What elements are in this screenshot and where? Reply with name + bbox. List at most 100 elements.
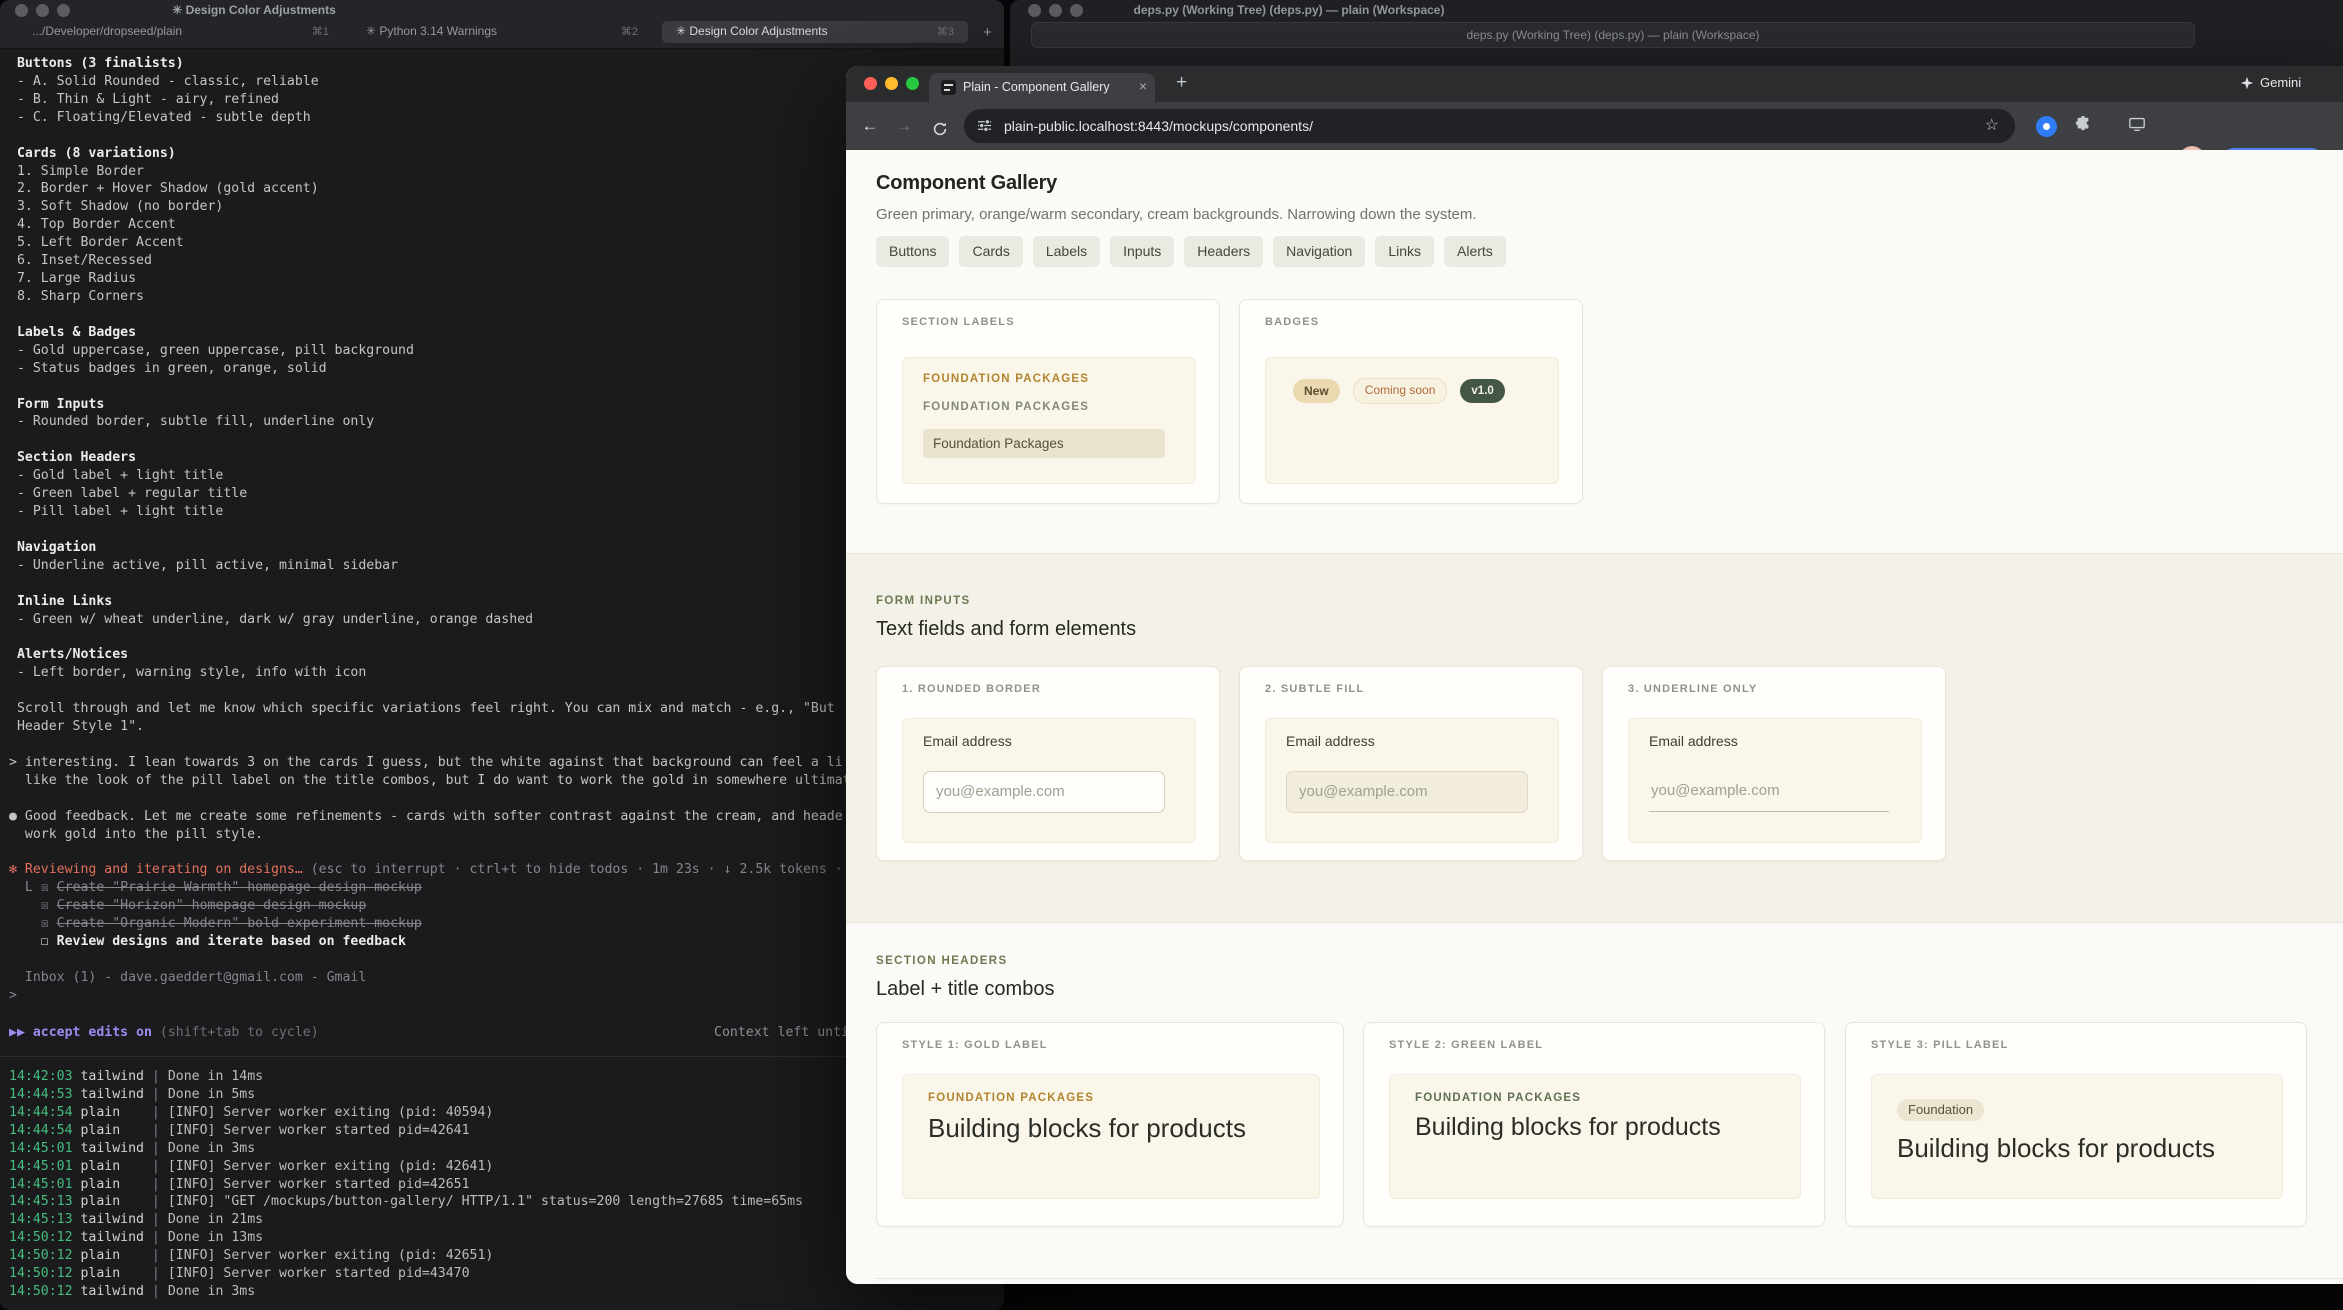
terminal-tab-shortcut: ⌘3 (936, 26, 954, 38)
nav-links[interactable]: Links (1375, 236, 1435, 267)
sample-box: Email address you@example.com (1265, 718, 1559, 843)
badge-coming-soon: Coming soon (1352, 378, 1448, 404)
terminal-tab-label: ✳ Python 3.14 Warnings (366, 24, 498, 38)
terminal-tab-design-color-adjustments[interactable]: ✳ Design Color Adjustments ⌘3 (662, 21, 968, 43)
close-window-button[interactable] (15, 4, 28, 17)
zoom-window-button[interactable] (906, 77, 919, 90)
terminal-tab-label: .../Developer/dropseed/plain (32, 24, 183, 38)
pill-label-text: Foundation Packages (933, 436, 1064, 451)
nav-headers[interactable]: Headers (1184, 236, 1264, 267)
address-bar[interactable]: plain-public.localhost:8443/mockups/comp… (964, 109, 2015, 143)
sample-box: Email address you@example.com (1628, 718, 1922, 843)
nav-buttons[interactable]: Buttons (876, 236, 950, 267)
underline-input-card: 3. UNDERLINE ONLY Email address you@exam… (1602, 666, 1946, 861)
site-settings-icon[interactable] (977, 118, 992, 138)
log-line: 14:50:12 tailwind | Done in 3ms (9, 1284, 256, 1300)
next-section-divider (876, 1278, 2343, 1279)
muted-label-sample: FOUNDATION PACKAGES (923, 401, 1090, 413)
sample-box: FOUNDATION PACKAGES Building blocks for … (902, 1074, 1320, 1199)
nav-navigation[interactable]: Navigation (1273, 236, 1366, 267)
minimize-window-button[interactable] (36, 4, 49, 17)
tab-close-icon[interactable]: × (1139, 78, 1147, 94)
sample-box: Foundation Building blocks for products (1871, 1074, 2283, 1199)
badge-version: v1.0 (1460, 379, 1505, 403)
email-input-fill[interactable]: you@example.com (1286, 771, 1528, 813)
terminal-new-tab-button[interactable]: + (983, 24, 992, 41)
form-inputs-eyebrow: FORM INPUTS (876, 595, 971, 607)
sample-box: FOUNDATION PACKAGES FOUNDATION PACKAGES … (902, 357, 1196, 484)
zoom-window-button[interactable] (57, 4, 70, 17)
terminal-status-bar: ▶▶ accept edits on (shift+tab to cycle) (9, 1024, 319, 1042)
section-labels-card: SECTION LABELS FOUNDATION PACKAGES FOUND… (876, 299, 1220, 504)
terminal-tab-label: ✳ Design Color Adjustments (676, 24, 828, 38)
close-window-button[interactable] (864, 77, 877, 90)
email-field-label: Email address (923, 733, 1012, 749)
terminal-tab-project[interactable]: .../Developer/dropseed/plain ⌘1 (18, 21, 343, 43)
card-label: STYLE 3: PILL LABEL (1871, 1039, 2009, 1051)
close-window-button[interactable] (1028, 4, 1041, 17)
badges-card: BADGES New Coming soon v1.0 (1239, 299, 1583, 504)
nav-alerts[interactable]: Alerts (1444, 236, 1506, 267)
gold-label-combo-card: STYLE 1: GOLD LABEL FOUNDATION PACKAGES … (876, 1022, 1344, 1227)
combo-eyebrow: FOUNDATION PACKAGES (1415, 1092, 1582, 1104)
back-button[interactable]: ← (856, 112, 884, 140)
reload-icon (933, 122, 947, 136)
badges-row: New Coming soon v1.0 (1293, 378, 1505, 404)
terminal-tab-warnings[interactable]: ✳ Python 3.14 Warnings ⌘2 (352, 21, 652, 43)
device-monitor-icon[interactable] (2128, 115, 2146, 138)
reload-button[interactable] (926, 118, 954, 146)
gemini-label: Gemini (2260, 75, 2302, 90)
bookmark-star-icon[interactable]: ☆ (1985, 109, 1999, 143)
sample-box: Email address you@example.com (902, 718, 1196, 843)
forward-button[interactable]: → (890, 112, 918, 140)
url-text: plain-public.localhost:8443/mockups/comp… (1004, 118, 1313, 134)
browser-toolbar: ← → plain-public.localhost:8443/mockups/… (846, 102, 2343, 176)
placeholder-text: you@example.com (1299, 783, 1428, 800)
nav-inputs[interactable]: Inputs (1110, 236, 1175, 267)
new-tab-button[interactable]: + (1176, 72, 1187, 94)
page-subtitle: Green primary, orange/warm secondary, cr… (876, 206, 1477, 223)
browser-tab-component-gallery[interactable]: Plain - Component Gallery × (929, 73, 1155, 102)
sample-box: FOUNDATION PACKAGES Building blocks for … (1389, 1074, 1801, 1199)
gemini-button[interactable]: Gemini (2240, 75, 2301, 90)
combo-eyebrow: FOUNDATION PACKAGES (928, 1092, 1095, 1104)
context-left-indicator: Context left unti (714, 1025, 849, 1040)
card-label: BADGES (1265, 316, 1320, 328)
browser-tabstrip: Plain - Component Gallery × + Gemini (846, 66, 2343, 102)
editor-window-title: deps.py (Working Tree) (deps.py) — plain… (1133, 3, 1445, 17)
email-input-rounded[interactable]: you@example.com (923, 771, 1165, 813)
nav-labels[interactable]: Labels (1032, 236, 1101, 267)
zoom-window-button[interactable] (1070, 4, 1083, 17)
form-inputs-title: Text fields and form elements (876, 618, 1137, 640)
combo-title: Building blocks for products (1415, 1113, 1721, 1141)
pinned-extension-icon[interactable] (2036, 116, 2057, 137)
sample-box: New Coming soon v1.0 (1265, 357, 1559, 484)
placeholder-text: you@example.com (1651, 782, 1780, 799)
combo-title: Building blocks for products (928, 1113, 1246, 1143)
section-headers-title: Label + title combos (876, 978, 1055, 1000)
pill-label-combo-card: STYLE 3: PILL LABEL Foundation Building … (1845, 1022, 2307, 1227)
mode-hint: (shift+tab to cycle) (151, 1025, 319, 1040)
editor-command-center[interactable]: deps.py (Working Tree) (deps.py) — plain… (1031, 22, 2195, 48)
extensions-puzzle-icon[interactable] (2074, 115, 2092, 138)
badge-new: New (1293, 379, 1340, 403)
card-label: 2. SUBTLE FILL (1265, 683, 1365, 695)
nav-cards[interactable]: Cards (959, 236, 1023, 267)
email-field-label: Email address (1286, 733, 1375, 749)
card-label: 3. UNDERLINE ONLY (1628, 683, 1758, 695)
email-input-underline[interactable]: you@example.com (1649, 771, 1889, 812)
minimize-window-button[interactable] (1049, 4, 1062, 17)
card-label: SECTION LABELS (902, 316, 1015, 328)
browser-window: Plain - Component Gallery × + Gemini ← →… (846, 66, 2343, 1284)
combo-title: Building blocks for products (1897, 1133, 2215, 1163)
placeholder-text: you@example.com (936, 783, 1065, 800)
pill-label-sample: Foundation Packages (923, 429, 1165, 458)
mode-label: accept edits on (24, 1025, 152, 1040)
terminal-window-title: ✳ Design Color Adjustments (172, 3, 336, 17)
gold-label-sample: FOUNDATION PACKAGES (923, 373, 1090, 385)
page-title: Component Gallery (876, 172, 1058, 194)
mode-arrows-icon: ▶▶ (9, 1025, 25, 1040)
combo-pill-label: Foundation (1897, 1099, 1985, 1121)
minimize-window-button[interactable] (885, 77, 898, 90)
green-label-combo-card: STYLE 2: GREEN LABEL FOUNDATION PACKAGES… (1363, 1022, 1825, 1227)
